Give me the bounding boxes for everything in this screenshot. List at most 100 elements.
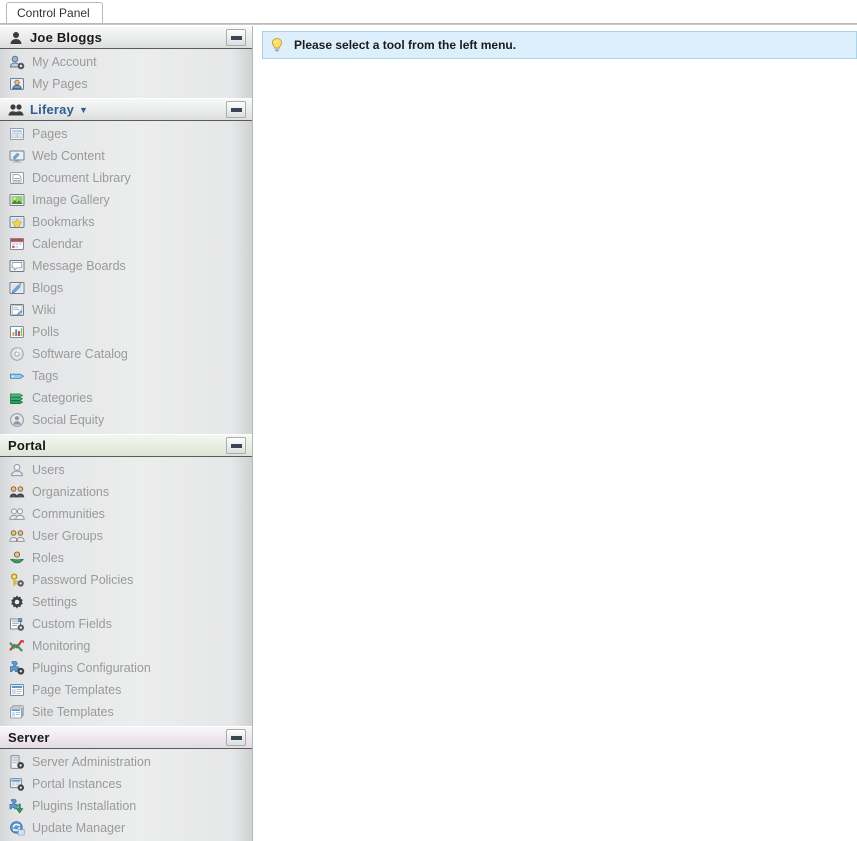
sidebar-item-update-manager[interactable]: Update Manager (0, 817, 252, 839)
chevron-down-icon[interactable]: ▼ (79, 105, 88, 115)
section-body-server: Server Administration Portal Instances Plu… (0, 749, 252, 841)
update-manager-icon (9, 820, 25, 836)
section-body-portal: Users Organizations Communities User Groups… (0, 457, 252, 726)
section-title-liferay[interactable]: Liferay (30, 102, 74, 117)
collapse-button-portal[interactable] (226, 437, 246, 454)
sidebar-item-calendar[interactable]: Calendar (0, 233, 252, 255)
section-header-user[interactable]: Joe Bloggs (0, 26, 252, 49)
sidebar-item-label: Roles (32, 551, 64, 565)
sidebar-item-roles[interactable]: Roles (0, 547, 252, 569)
sidebar-item-plugins-configuration[interactable]: Plugins Configuration (0, 657, 252, 679)
sidebar-item-label: Bookmarks (32, 215, 95, 229)
section-body-user: My Account My Pages (0, 49, 252, 98)
tags-icon (9, 368, 25, 384)
sidebar-item-label: Blogs (32, 281, 64, 295)
sidebar-item-label: Monitoring (32, 639, 91, 653)
web-content-icon (9, 148, 25, 164)
server-administration-icon (9, 754, 25, 770)
sidebar-item-bookmarks[interactable]: Bookmarks (0, 211, 252, 233)
collapse-button-server[interactable] (226, 729, 246, 746)
sidebar-item-label: Password Policies (32, 573, 134, 587)
sidebar-item-settings[interactable]: Settings (0, 591, 252, 613)
portal-instances-icon (9, 776, 25, 792)
sidebar-item-user-groups[interactable]: User Groups (0, 525, 252, 547)
info-message-text: Please select a tool from the left menu. (294, 38, 517, 52)
titlebar-baseline (0, 2, 857, 24)
section-body-liferay: Pages Web Content Document Library Image Ga… (0, 121, 252, 434)
sidebar-item-web-content[interactable]: Web Content (0, 145, 252, 167)
sidebar-item-label: Web Content (32, 149, 105, 163)
control-panel-sidebar[interactable]: Joe Bloggs My Account My Pages Liferay ▼ Page… (0, 26, 253, 841)
roles-icon (9, 550, 25, 566)
minus-icon (230, 35, 242, 40)
window-titlebar: Control Panel (0, 0, 857, 25)
sidebar-item-wiki[interactable]: Wiki (0, 299, 252, 321)
sidebar-item-password-policies[interactable]: Password Policies (0, 569, 252, 591)
sidebar-item-document-library[interactable]: Document Library (0, 167, 252, 189)
sidebar-item-label: Update Manager (32, 821, 126, 835)
sidebar-item-site-templates[interactable]: Site Templates (0, 701, 252, 723)
sidebar-item-label: Tags (32, 369, 59, 383)
sidebar-item-communities[interactable]: Communities (0, 503, 252, 525)
minus-icon (230, 735, 242, 740)
control-panel-tab[interactable]: Control Panel (6, 2, 103, 23)
sidebar-item-software-catalog[interactable]: Software Catalog (0, 343, 252, 365)
sidebar-item-label: Plugins Installation (32, 799, 137, 813)
blogs-icon (9, 280, 25, 296)
sidebar-item-label: Document Library (32, 171, 131, 185)
my-pages-icon (9, 76, 25, 92)
sidebar-item-monitoring[interactable]: Monitoring (0, 635, 252, 657)
sidebar-item-label: Plugins Configuration (32, 661, 151, 675)
sidebar-item-message-boards[interactable]: Message Boards (0, 255, 252, 277)
sidebar-item-users[interactable]: Users (0, 459, 252, 481)
sidebar-item-label: Polls (32, 325, 60, 339)
sidebar-item-social-equity[interactable]: Social Equity (0, 409, 252, 431)
software-catalog-icon (9, 346, 25, 362)
lightbulb-icon (269, 37, 285, 53)
minus-icon (230, 443, 242, 448)
sidebar-item-image-gallery[interactable]: Image Gallery (0, 189, 252, 211)
sidebar-item-organizations[interactable]: Organizations (0, 481, 252, 503)
sidebar-item-categories[interactable]: Categories (0, 387, 252, 409)
sidebar-item-label: Users (32, 463, 65, 477)
section-header-portal[interactable]: Portal (0, 434, 252, 457)
monitoring-icon (9, 638, 25, 654)
sidebar-item-label: Wiki (32, 303, 56, 317)
sidebar-item-pages[interactable]: Pages (0, 123, 252, 145)
sidebar-item-plugins-installation[interactable]: Plugins Installation (0, 795, 252, 817)
calendar-icon (9, 236, 25, 252)
plugins-installation-icon (9, 798, 25, 814)
settings-gear-icon (9, 594, 25, 610)
sidebar-item-label: Message Boards (32, 259, 126, 273)
sidebar-item-server-administration[interactable]: Server Administration (0, 751, 252, 773)
sidebar-item-blogs[interactable]: Blogs (0, 277, 252, 299)
sidebar-item-label: Page Templates (32, 683, 122, 697)
wiki-icon (9, 302, 25, 318)
sidebar-item-custom-fields[interactable]: Custom Fields (0, 613, 252, 635)
section-header-liferay[interactable]: Liferay ▼ (0, 98, 252, 121)
sidebar-item-label: Categories (32, 391, 93, 405)
sidebar-item-label: Pages (32, 127, 68, 141)
sidebar-item-polls[interactable]: Polls (0, 321, 252, 343)
sidebar-item-label: Server Administration (32, 755, 151, 769)
sidebar-item-my-account[interactable]: My Account (0, 51, 252, 73)
site-templates-icon (9, 704, 25, 720)
section-title-portal: Portal (8, 438, 47, 453)
sidebar-item-page-templates[interactable]: Page Templates (0, 679, 252, 701)
community-icon (8, 102, 24, 118)
organizations-icon (9, 484, 25, 500)
sidebar-item-label: Site Templates (32, 705, 114, 719)
bookmarks-icon (9, 214, 25, 230)
sidebar-item-portal-instances[interactable]: Portal Instances (0, 773, 252, 795)
minus-icon (230, 107, 242, 112)
collapse-button-liferay[interactable] (226, 101, 246, 118)
collapse-button-user[interactable] (226, 29, 246, 46)
info-message-bar: Please select a tool from the left menu. (262, 31, 857, 59)
sidebar-item-tags[interactable]: Tags (0, 365, 252, 387)
section-title-user: Joe Bloggs (30, 30, 103, 45)
section-title-server: Server (8, 730, 50, 745)
sidebar-item-my-pages[interactable]: My Pages (0, 73, 252, 95)
section-header-server[interactable]: Server (0, 726, 252, 749)
sidebar-item-label: Custom Fields (32, 617, 112, 631)
sidebar-item-label: Communities (32, 507, 105, 521)
